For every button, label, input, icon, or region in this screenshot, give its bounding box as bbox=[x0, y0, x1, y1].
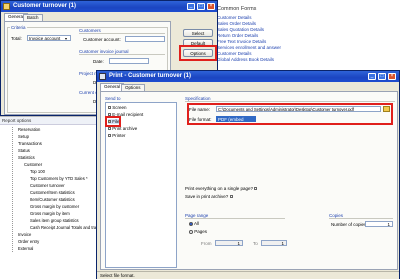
window-title: Customer turnover (1) bbox=[13, 3, 77, 9]
customer-account-field[interactable] bbox=[125, 36, 165, 42]
num-copies-label: Number of copies: bbox=[331, 222, 368, 227]
pages-radio[interactable] bbox=[189, 229, 193, 234]
tree-item-report[interactable]: Top Customers by YTD Sales * bbox=[30, 176, 88, 181]
window-titlebar[interactable]: Customer turnover (1) bbox=[1, 1, 217, 12]
common-form-link[interactable]: Customer Details bbox=[217, 51, 252, 56]
common-forms-header: Common Forms bbox=[217, 6, 257, 12]
customers-divider bbox=[79, 33, 165, 34]
common-form-link[interactable]: Services enrollment and answer bbox=[217, 45, 281, 50]
tree-item-order-entry[interactable]: Order entry bbox=[18, 239, 39, 244]
printer-icon bbox=[99, 73, 106, 80]
tree-item-report[interactable]: Customer/Item statistics bbox=[30, 190, 75, 195]
criteria-label: Criteria bbox=[10, 25, 27, 30]
common-form-link[interactable]: Sales Quotation Details bbox=[217, 27, 264, 32]
status-text: Select file format. bbox=[100, 273, 135, 278]
tree-item-external[interactable]: External bbox=[18, 246, 33, 251]
print-dialog-titlebar[interactable]: Print - Customer turnover (1) bbox=[97, 71, 399, 82]
minimize-button[interactable]: _ bbox=[187, 3, 195, 10]
common-forms-pane: Common Forms Customer Details Sales Orde… bbox=[214, 0, 400, 72]
send-to-printer[interactable]: Printer bbox=[108, 133, 126, 138]
single-page-option[interactable]: Print everything on a single page? bbox=[185, 186, 258, 191]
tree-item-report[interactable]: Gross margin by customer bbox=[30, 204, 79, 209]
date-field[interactable] bbox=[109, 58, 149, 64]
tree-item-setup[interactable]: Setup bbox=[18, 134, 29, 139]
select-button[interactable]: Select bbox=[183, 29, 213, 37]
save-archive-option[interactable]: Save in print archive? bbox=[185, 194, 233, 199]
total-label: Total: bbox=[11, 36, 22, 41]
pages-option[interactable]: Pages bbox=[189, 229, 207, 234]
tree-item-invoice[interactable]: Invoice bbox=[18, 232, 31, 237]
tree-lines bbox=[12, 127, 13, 252]
date-label: Date: bbox=[93, 59, 104, 64]
archive-icon bbox=[108, 127, 111, 131]
send-to-label: Send to bbox=[105, 96, 121, 101]
tree-item-customer[interactable]: Customer bbox=[24, 162, 42, 167]
file-settings-highlight bbox=[187, 103, 393, 125]
tree-item-transactions[interactable]: Transactions bbox=[18, 141, 42, 146]
spec-divider bbox=[185, 101, 395, 102]
common-form-link[interactable]: Return Order Details bbox=[217, 33, 258, 38]
tree-item-report[interactable]: Gross margin by item bbox=[30, 211, 70, 216]
tree-item-report[interactable]: Item/Customer statistics bbox=[30, 197, 75, 202]
all-option[interactable]: All bbox=[189, 221, 199, 226]
print-tab-panel: Send to Screen E-mail recipient File Pri… bbox=[100, 91, 398, 270]
tab-batch[interactable]: Batch bbox=[23, 14, 43, 21]
tree-item-report[interactable]: Top 100 bbox=[30, 169, 45, 174]
tree-item-report[interactable]: Cash Receipt Journal Totals and transact bbox=[30, 225, 106, 230]
tree-item-statistics[interactable]: Statistics bbox=[18, 155, 35, 160]
print-dialog: Print - Customer turnover (1) _ □ × Gene… bbox=[96, 70, 400, 279]
num-copies-field[interactable]: 1 bbox=[365, 221, 393, 227]
from-label: From bbox=[201, 241, 212, 246]
window-app-icon bbox=[3, 3, 10, 10]
tree-item-report[interactable]: Sales item group statistics bbox=[30, 218, 79, 223]
to-label: To bbox=[253, 241, 258, 246]
all-radio[interactable] bbox=[189, 221, 193, 226]
maximize-button[interactable]: □ bbox=[197, 3, 205, 10]
print-dialog-title: Print - Customer turnover (1) bbox=[109, 73, 192, 79]
file-highlight bbox=[105, 116, 121, 127]
tree-item-report[interactable]: Customer turnover bbox=[30, 183, 65, 188]
single-page-checkbox[interactable] bbox=[254, 187, 258, 191]
close-button[interactable]: × bbox=[388, 73, 396, 80]
minimize-button[interactable]: _ bbox=[368, 73, 376, 80]
copies-divider bbox=[329, 218, 393, 219]
tab-options[interactable]: Options bbox=[121, 84, 145, 91]
to-field[interactable]: 1 bbox=[261, 240, 287, 246]
chevron-down-icon[interactable]: ▾ bbox=[65, 36, 67, 41]
common-form-link[interactable]: Customer Details bbox=[217, 15, 252, 20]
customer-account-label: Customer account: bbox=[83, 37, 121, 42]
invoice-divider bbox=[79, 54, 165, 55]
screen-icon bbox=[108, 106, 111, 110]
common-form-link[interactable]: Global Address Book Details bbox=[217, 57, 274, 62]
save-archive-checkbox[interactable] bbox=[229, 195, 233, 199]
status-bar: Select file format. bbox=[97, 271, 399, 279]
tree-item-reservation[interactable]: Reservation bbox=[18, 127, 40, 132]
current-label: Current c bbox=[79, 90, 98, 95]
tree-item-status[interactable]: Status bbox=[18, 148, 30, 153]
common-form-link[interactable]: Free Text Invoice Details bbox=[217, 39, 266, 44]
maximize-button[interactable]: □ bbox=[378, 73, 386, 80]
send-to-screen[interactable]: Screen bbox=[108, 105, 127, 110]
close-button[interactable]: × bbox=[207, 3, 215, 10]
printer-icon bbox=[108, 134, 111, 138]
from-field[interactable]: 1 bbox=[215, 240, 243, 246]
page-range-divider bbox=[185, 218, 285, 219]
options-highlight bbox=[179, 45, 217, 61]
common-form-link[interactable]: Sales Order Details bbox=[217, 21, 256, 26]
